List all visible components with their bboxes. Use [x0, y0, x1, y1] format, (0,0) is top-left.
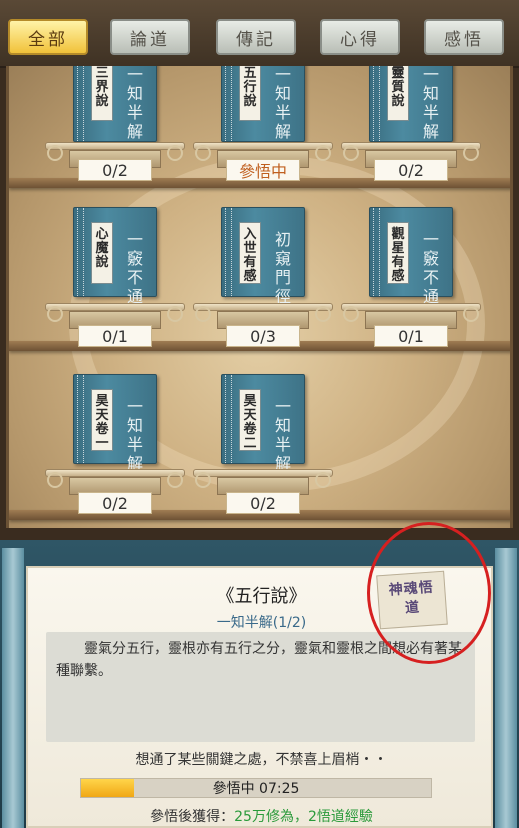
stand-curl	[47, 306, 63, 322]
book-binding	[373, 208, 380, 296]
book-cover-title: 入世有感	[239, 222, 261, 284]
stand-top	[193, 142, 333, 150]
book-slot[interactable]: 五行說 一知半解	[221, 66, 305, 142]
tab-discourse[interactable]: 論道	[110, 19, 190, 55]
stand-curl	[315, 145, 331, 161]
stand-curl	[195, 145, 211, 161]
stand-curl	[167, 472, 183, 488]
stand-top	[45, 303, 185, 311]
stand-curl	[463, 145, 479, 161]
book-slot[interactable]: 觀星有感 一竅不通	[369, 207, 453, 306]
stand-curl	[167, 306, 183, 322]
book-cover-title: 靈質說	[387, 66, 409, 121]
book-cover-level: 一知半解	[274, 397, 291, 473]
book-binding	[373, 66, 380, 141]
book-cover-level: 一知半解	[274, 66, 291, 141]
tab-realization[interactable]: 感悟	[424, 19, 504, 55]
book-slot[interactable]: 靈質說 一知半解	[369, 66, 453, 142]
book-cover-title: 昊天卷一	[91, 389, 113, 451]
stand-curl	[315, 306, 331, 322]
app-root: 全部 論道 傳記 心得 感悟 三界說 一知半解 0/2 五行說 一知半解 參悟中 靈質說 一知…	[0, 0, 519, 828]
book-cover-title: 觀星有感	[387, 222, 409, 284]
book-progress-badge: 0/2	[226, 492, 300, 514]
highlight-circle	[367, 522, 491, 664]
book-slot[interactable]: 昊天卷一 一知半解	[73, 374, 157, 473]
book-slot[interactable]: 心魔說 一竅不通	[73, 207, 157, 306]
book-binding	[225, 66, 232, 141]
study-progress-bar: 參悟中 07:25	[80, 778, 432, 798]
stand-top	[193, 469, 333, 477]
bookshelf: 三界說 一知半解 0/2 五行說 一知半解 參悟中 靈質說 一知半解 0/2 心魔說 一竅不通 0/1…	[6, 66, 513, 528]
reward-label: 參悟後獲得：	[150, 809, 235, 825]
right-pillar	[495, 548, 517, 828]
progress-label: 參悟中 07:25	[212, 781, 300, 797]
book-cover-level: 一知半解	[422, 66, 439, 141]
tab-biography[interactable]: 傳記	[216, 19, 296, 55]
book-slot[interactable]: 入世有感 初窺門徑	[221, 207, 305, 306]
reward-line: 參悟後獲得：25万修為，2悟道經驗	[28, 806, 495, 826]
tab-all[interactable]: 全部	[8, 19, 88, 55]
stand-top	[341, 303, 481, 311]
book-binding	[77, 208, 84, 296]
tab-insights[interactable]: 心得	[320, 19, 400, 55]
book-cover-level: 一竅不通	[422, 230, 439, 306]
book-slot[interactable]: 三界說 一知半解	[73, 66, 157, 142]
stand-curl	[47, 472, 63, 488]
book-binding	[225, 375, 232, 463]
stand-top	[45, 142, 185, 150]
stand-curl	[315, 472, 331, 488]
stand-top	[45, 469, 185, 477]
book-cover-level: 一竅不通	[126, 230, 143, 306]
book-cover-title: 昊天卷二	[239, 389, 261, 451]
book-progress-badge: 0/2	[78, 492, 152, 514]
book-progress-badge: 0/2	[78, 159, 152, 181]
stand-curl	[195, 472, 211, 488]
left-pillar	[2, 548, 24, 828]
stand-curl	[463, 306, 479, 322]
book-cover-level: 一知半解	[126, 66, 143, 141]
book-progress-badge: 0/2	[374, 159, 448, 181]
book-status-badge: 參悟中	[226, 159, 300, 181]
stand-top	[341, 142, 481, 150]
book-cover-level: 一知半解	[126, 397, 143, 473]
book-cover-title: 五行說	[239, 66, 261, 121]
book-cover-level: 初窺門徑	[274, 230, 291, 306]
book-binding	[225, 208, 232, 296]
book-progress-badge: 0/1	[374, 325, 448, 347]
book-progress-badge: 0/3	[226, 325, 300, 347]
book-cover-title: 三界說	[91, 66, 113, 121]
stand-curl	[343, 306, 359, 322]
reward-value: 25万修為，2悟道經驗	[234, 809, 373, 825]
stand-curl	[167, 145, 183, 161]
book-cover-title: 心魔說	[91, 222, 113, 284]
book-binding	[77, 66, 84, 141]
book-binding	[77, 375, 84, 463]
book-progress-badge: 0/1	[78, 325, 152, 347]
stand-curl	[343, 145, 359, 161]
stand-curl	[47, 145, 63, 161]
category-tab-bar: 全部 論道 傳記 心得 感悟	[0, 0, 519, 68]
insight-quote: 想通了某些關鍵之處，不禁喜上眉梢・・	[135, 752, 388, 768]
stand-curl	[195, 306, 211, 322]
stand-top	[193, 303, 333, 311]
book-slot[interactable]: 昊天卷二 一知半解	[221, 374, 305, 473]
